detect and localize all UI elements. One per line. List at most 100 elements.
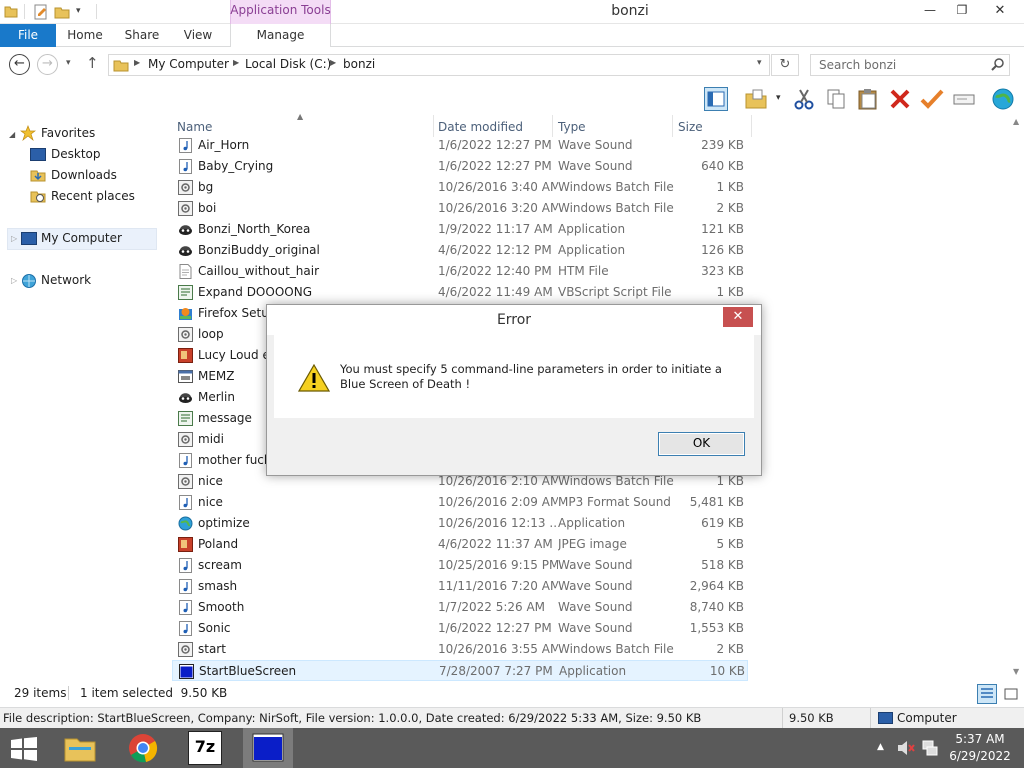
clock-date[interactable]: 6/29/2022 [946,749,1014,763]
table-row[interactable]: nice 10/26/2016 2:09 AM MP3 Format Sound 5,… [172,492,748,513]
chrome-taskbar-icon[interactable] [126,731,160,765]
table-row[interactable]: Sonic 1/6/2022 12:27 PM Wave Sound 1,553 KB [172,618,748,639]
table-row[interactable]: bg 10/26/2016 3:40 AM Windows Batch File 1 … [172,177,748,198]
scroll-down-icon[interactable]: ▼ [1013,667,1019,676]
file-name[interactable]: StartBlueScreen [199,661,429,682]
folder-icon[interactable] [4,4,18,18]
close-button[interactable]: ✕ [978,0,1022,22]
chevron-right-icon[interactable]: ▶ [233,58,239,67]
table-row[interactable]: Air_Horn 1/6/2022 12:27 PM Wave Sound 239 K… [172,135,748,156]
file-name[interactable]: Sonic [198,618,428,639]
file-name[interactable]: smash [198,576,428,597]
table-row[interactable]: boi 10/26/2016 3:20 AM Windows Batch File 2… [172,198,748,219]
speaker-muted-icon[interactable] [897,740,915,756]
dropdown-icon[interactable]: ▾ [776,93,781,103]
table-row[interactable]: scream 10/25/2016 9:15 PM Wave Sound 518 KB [172,555,748,576]
large-icons-view-icon[interactable] [1002,685,1020,703]
file-name[interactable]: nice [198,492,428,513]
file-name[interactable]: scream [198,555,428,576]
expand-arrow-icon[interactable]: ▷ [11,271,17,291]
file-name[interactable]: Poland [198,534,428,555]
file-name[interactable]: Bonzi_North_Korea [198,219,428,240]
column-divider[interactable] [433,115,434,137]
address-box[interactable]: ▶ My Computer ▶ Local Disk (C:) ▶ bonzi … [108,54,770,76]
file-name[interactable]: Expand DOOOONG [198,282,428,303]
table-row[interactable]: BonziBuddy_original 4/6/2022 12:12 PM Appl… [172,240,748,261]
file-name[interactable]: Caillou_without_hair [198,261,428,282]
tab-share[interactable]: Share [114,24,170,47]
address-dropdown-icon[interactable]: ▾ [757,58,762,68]
maximize-button[interactable]: ❐ [946,0,978,22]
file-name[interactable]: Smooth [198,597,428,618]
folder-options-icon[interactable] [744,87,768,111]
show-hidden-icons-icon[interactable]: ▲ [877,742,884,752]
customize-quick-access-icon[interactable]: ▾ [76,6,81,16]
crumb-bonzi[interactable]: bonzi [343,57,375,71]
table-row-selected[interactable]: StartBlueScreen 7/28/2007 7:27 PM Applicat… [172,660,748,681]
clock-time[interactable]: 5:37 AM [950,732,1010,746]
nav-recent-places[interactable]: Recent places [51,186,135,206]
vertical-scrollbar[interactable]: ▲ ▼ [1010,115,1024,681]
rename-icon[interactable] [952,87,976,111]
tab-view[interactable]: View [170,24,226,47]
nav-desktop[interactable]: Desktop [51,144,101,164]
up-button[interactable]: ↑ [86,54,99,72]
back-button[interactable]: ← [9,54,30,75]
column-divider[interactable] [751,115,752,137]
search-box[interactable]: Search bonzi [810,54,1010,76]
file-name[interactable]: start [198,639,428,660]
forward-button[interactable]: → [37,54,58,75]
scroll-up-icon[interactable]: ▲ [1013,117,1019,126]
startbluescreen-taskbar-icon[interactable] [251,731,285,765]
details-view-icon[interactable] [977,684,997,704]
column-header-size[interactable]: Size [678,119,703,135]
file-name[interactable]: boi [198,198,428,219]
file-name[interactable]: Air_Horn [198,135,428,156]
table-row[interactable]: Expand DOOOONG 4/6/2022 11:49 AM VBScript … [172,282,748,303]
delete-icon[interactable] [888,87,912,111]
table-row[interactable]: Baby_Crying 1/6/2022 12:27 PM Wave Sound 64… [172,156,748,177]
file-explorer-taskbar-icon[interactable] [63,731,97,765]
table-row[interactable]: start 10/26/2016 3:55 AM Windows Batch Fil… [172,639,748,660]
crumb-local-disk[interactable]: Local Disk (C:) [245,57,331,71]
chevron-right-icon[interactable]: ▶ [134,58,140,67]
tab-home[interactable]: Home [56,24,114,47]
start-button[interactable] [10,737,38,761]
copy-icon[interactable] [824,87,848,111]
table-row[interactable]: optimize 10/26/2016 12:13 ... Application 6… [172,513,748,534]
nav-my-computer[interactable]: My Computer [41,228,122,248]
nav-favorites[interactable]: Favorites [41,123,95,143]
search-icon[interactable] [991,57,1005,71]
file-name[interactable]: Baby_Crying [198,156,428,177]
nav-network[interactable]: Network [41,270,91,290]
table-row[interactable]: Smooth 1/7/2022 5:26 AM Wave Sound 8,740 KB [172,597,748,618]
network-tray-icon[interactable] [921,739,939,757]
column-divider[interactable] [552,115,553,137]
chevron-right-icon[interactable]: ▶ [330,58,336,67]
column-header-date[interactable]: Date modified [438,119,523,135]
column-header-type[interactable]: Type [558,119,586,135]
nav-downloads[interactable]: Downloads [51,165,117,185]
cut-icon[interactable] [792,87,816,111]
new-folder-icon[interactable] [54,4,70,20]
properties-icon[interactable] [33,4,49,20]
crumb-my-computer[interactable]: My Computer [148,57,229,71]
layout-pane-icon[interactable] [704,87,728,111]
paste-icon[interactable] [856,87,880,111]
table-row[interactable]: Caillou_without_hair 1/6/2022 12:40 PM HTM… [172,261,748,282]
file-name[interactable]: bg [198,177,428,198]
file-name[interactable]: optimize [198,513,428,534]
table-row[interactable]: Bonzi_North_Korea 1/9/2022 11:17 AM Applic… [172,219,748,240]
checkmark-icon[interactable] [920,87,944,111]
column-header-name[interactable]: Name [177,119,212,135]
globe-icon[interactable] [990,87,1014,111]
minimize-button[interactable]: — [914,0,946,22]
table-row[interactable]: Poland 4/6/2022 11:37 AM JPEG image 5 KB [172,534,748,555]
tab-file[interactable]: File [0,24,56,47]
file-name[interactable]: BonziBuddy_original [198,240,428,261]
refresh-button[interactable]: ↻ [771,54,799,76]
recent-locations-icon[interactable]: ▾ [66,58,71,68]
expand-arrow-icon[interactable]: ▷ [11,229,17,249]
ok-button[interactable]: OK [658,432,745,456]
table-row[interactable]: smash 11/11/2016 7:20 AM Wave Sound 2,964 K… [172,576,748,597]
